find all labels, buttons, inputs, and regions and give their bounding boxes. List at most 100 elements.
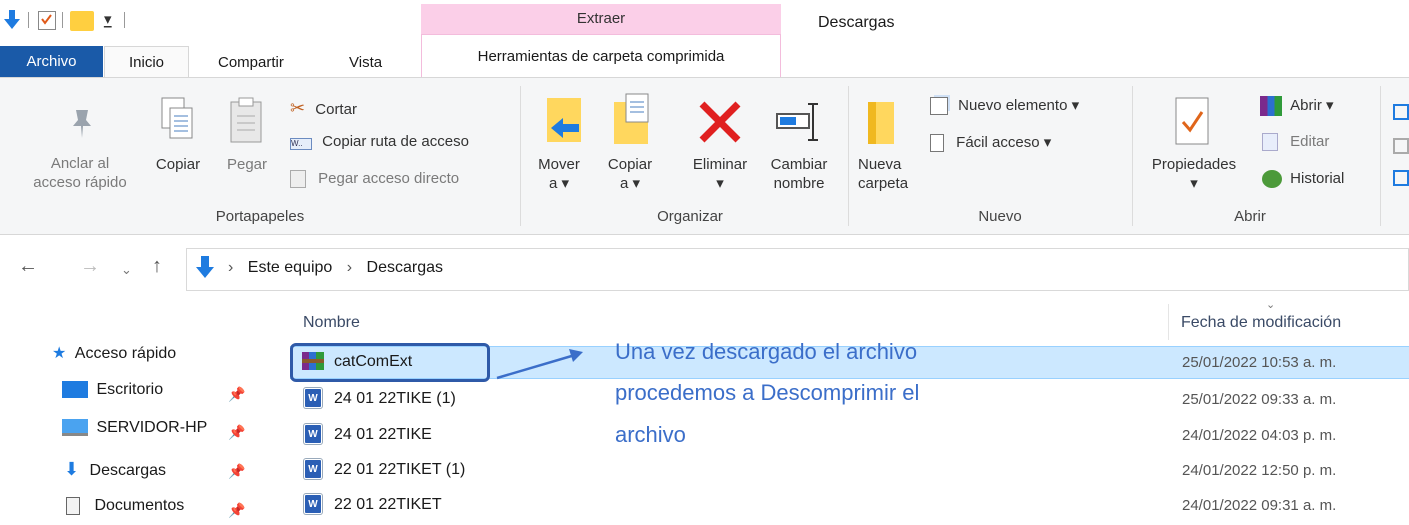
star-icon: ★ xyxy=(52,345,67,362)
copy-icon[interactable] xyxy=(160,96,196,144)
open-group-label: Abrir xyxy=(1234,208,1266,225)
move-to-button[interactable]: Mover a ▾ xyxy=(532,155,586,193)
word-doc-icon: W xyxy=(304,388,322,408)
breadcrumb-downloads[interactable]: Descargas xyxy=(367,259,443,276)
delete-label-2: ▾ xyxy=(716,175,724,192)
download-arrow-icon: ⬇ xyxy=(64,459,80,479)
sort-indicator-icon: ⌄ xyxy=(1266,299,1276,311)
tab-share[interactable]: Compartir xyxy=(208,48,294,77)
tab-compressed-tools[interactable]: Herramientas de carpeta comprimida xyxy=(421,34,781,77)
recent-locations-icon[interactable]: ⌄ xyxy=(121,262,132,278)
invert-selection-icon[interactable] xyxy=(1393,170,1409,186)
copy-path-label: Copiar ruta de acceso xyxy=(322,133,469,150)
easy-access-button[interactable]: Fácil acceso ▾ xyxy=(930,133,1051,153)
paste-icon[interactable] xyxy=(228,96,264,144)
properties-check-icon[interactable] xyxy=(38,11,56,30)
separator xyxy=(28,12,29,28)
rename-label-1: Cambiar xyxy=(770,156,828,173)
file-name[interactable]: 24 01 22TIKE (1) xyxy=(334,390,456,408)
new-folder-icon[interactable] xyxy=(70,11,94,31)
easy-access-icon xyxy=(930,134,944,153)
history-icon xyxy=(1262,170,1282,189)
nav-desktop[interactable]: Escritorio xyxy=(62,381,163,399)
pin-icon: 📌 xyxy=(228,386,246,402)
delete-icon[interactable] xyxy=(698,100,742,144)
new-group-label: Nuevo xyxy=(978,208,1022,225)
word-doc-icon: W xyxy=(304,424,322,444)
nav-label: Descargas xyxy=(89,462,167,479)
copy-button[interactable]: Copiar xyxy=(148,155,208,174)
history-button[interactable]: Historial xyxy=(1262,170,1344,189)
nav-server[interactable]: SERVIDOR-HP xyxy=(62,419,207,437)
open-label: Abrir ▾ xyxy=(1290,97,1334,114)
new-folder-icon[interactable] xyxy=(866,100,896,146)
column-date[interactable]: Fecha de modificación xyxy=(1181,314,1341,332)
word-doc-icon: W xyxy=(304,494,322,514)
separator xyxy=(1132,86,1133,226)
edit-label: Editar xyxy=(1290,133,1330,150)
customize-toolbar-icon[interactable]: ▾̲ xyxy=(104,10,112,28)
pin-quick-access-button[interactable]: Anclar al acceso rápido xyxy=(16,154,144,192)
copy-path-icon: W.. xyxy=(290,138,312,150)
separator xyxy=(124,12,125,28)
properties-icon[interactable] xyxy=(1174,96,1210,146)
delete-label-1: Eliminar xyxy=(692,156,748,173)
tab-file[interactable]: Archivo xyxy=(0,46,103,77)
nav-label: Acceso rápido xyxy=(74,345,177,362)
annotation-line-2: procedemos a Descomprimir el xyxy=(615,380,920,405)
download-arrow-icon[interactable] xyxy=(4,10,20,30)
callout-box xyxy=(290,343,490,382)
nav-quick-access[interactable]: ★ Acceso rápido xyxy=(52,343,176,363)
properties-label-1: Propiedades xyxy=(1151,156,1237,173)
forward-icon[interactable]: → xyxy=(80,255,100,278)
computer-icon xyxy=(62,419,88,437)
rename-icon[interactable] xyxy=(775,100,823,144)
pin-label-2: acceso rápido xyxy=(33,174,127,191)
new-item-button[interactable]: Nuevo elemento ▾ xyxy=(930,96,1079,116)
file-name[interactable]: 22 01 22TIKET (1) xyxy=(334,461,465,479)
move-to-icon[interactable] xyxy=(545,96,587,146)
file-date: 24/01/2022 04:03 p. m. xyxy=(1182,427,1337,444)
cut-label: Cortar xyxy=(315,101,357,118)
open-button[interactable]: Abrir ▾ xyxy=(1260,96,1334,117)
delete-button[interactable]: Eliminar ▾ xyxy=(682,155,758,193)
nav-documents[interactable]: Documentos xyxy=(66,497,184,515)
file-name[interactable]: 22 01 22TIKET xyxy=(334,496,442,514)
nav-downloads[interactable]: ⬇ Descargas xyxy=(64,459,166,480)
file-name[interactable]: 24 01 22TIKE xyxy=(334,426,432,444)
file-date: 24/01/2022 09:31 a. m. xyxy=(1182,497,1337,514)
edit-icon xyxy=(1262,133,1278,152)
move-label-1: Mover xyxy=(538,156,580,173)
separator xyxy=(62,12,63,28)
select-all-icon[interactable] xyxy=(1393,104,1409,120)
file-date: 25/01/2022 09:33 a. m. xyxy=(1182,391,1337,408)
properties-button[interactable]: Propiedades ▾ xyxy=(1140,155,1248,193)
cut-button[interactable]: ✂ Cortar xyxy=(290,98,357,119)
file-date: 25/01/2022 10:53 a. m. xyxy=(1182,354,1337,371)
new-item-icon xyxy=(930,97,948,116)
edit-button[interactable]: Editar xyxy=(1262,133,1330,152)
pin-label-1: Anclar al xyxy=(50,155,110,172)
separator xyxy=(1380,86,1381,226)
breadcrumb-sep: › xyxy=(346,259,353,276)
paste-button[interactable]: Pegar xyxy=(220,155,274,174)
copy-path-button[interactable]: W.. Copiar ruta de acceso xyxy=(290,133,469,150)
pin-icon: 📌 xyxy=(228,424,246,440)
breadcrumb: › Este equipo › Descargas xyxy=(228,259,443,277)
up-icon[interactable]: ↑ xyxy=(152,255,162,278)
nav-label: Escritorio xyxy=(96,381,164,398)
new-folder-label-1: Nueva xyxy=(858,156,902,173)
new-folder-button[interactable]: Nueva carpeta xyxy=(858,155,918,193)
back-icon[interactable]: ← xyxy=(18,255,38,278)
select-none-icon[interactable] xyxy=(1393,138,1409,154)
paste-shortcut-button[interactable]: Pegar acceso directo xyxy=(290,170,459,189)
copy-to-icon[interactable] xyxy=(612,92,654,146)
column-name[interactable]: Nombre xyxy=(303,314,360,332)
rename-button[interactable]: Cambiar nombre xyxy=(760,155,838,193)
copy-to-button[interactable]: Copiar a ▾ xyxy=(600,155,660,193)
tab-home[interactable]: Inicio xyxy=(104,46,189,80)
column-divider xyxy=(1168,304,1169,340)
breadcrumb-this-pc[interactable]: Este equipo xyxy=(248,259,333,276)
tab-view[interactable]: Vista xyxy=(339,48,392,77)
copy-to-label-2: a ▾ xyxy=(619,175,641,192)
